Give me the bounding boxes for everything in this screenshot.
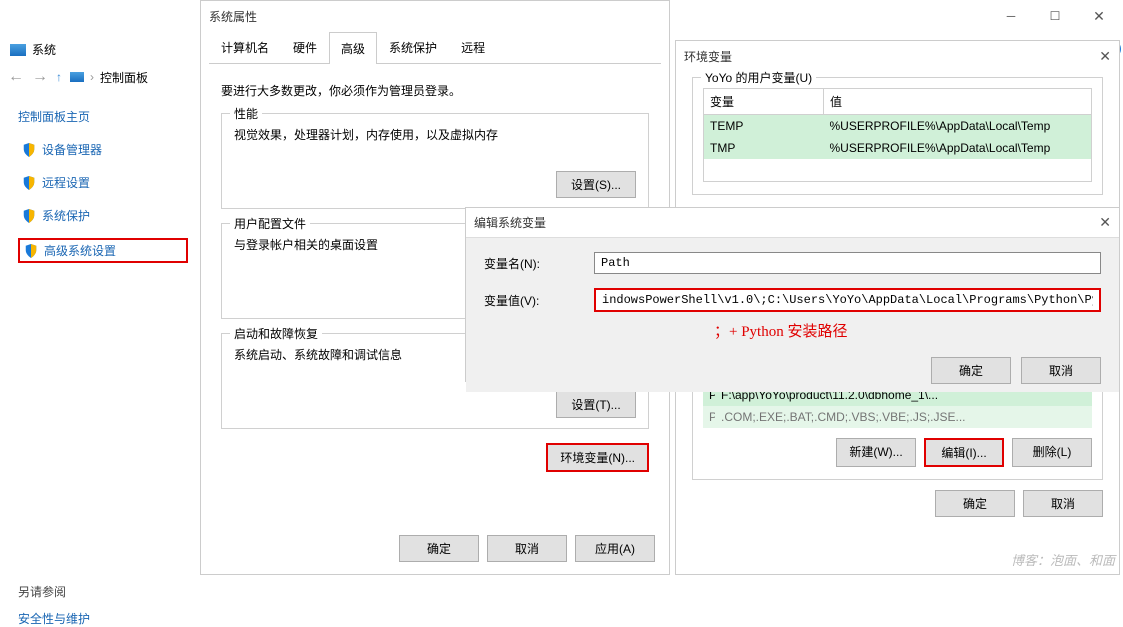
group-label: YoYo 的用户变量(U) [701, 69, 816, 86]
sidebar-item-device-manager[interactable]: 设备管理器 [18, 139, 188, 160]
tab-advanced[interactable]: 高级 [329, 32, 377, 64]
sidebar-item-advanced-settings[interactable]: 高级系统设置 [18, 238, 188, 263]
system-icon-small [70, 72, 84, 82]
tab-remote[interactable]: 远程 [449, 31, 497, 63]
window-title: 编辑系统变量 [474, 214, 546, 231]
sidebar-item-label: 高级系统设置 [44, 242, 116, 259]
cancel-button[interactable]: 取消 [1023, 490, 1103, 517]
watermark: 博客：泡面、和面 [1011, 550, 1115, 569]
variable-value-label: 变量值(V): [484, 292, 594, 309]
col-variable[interactable]: 变量 [704, 89, 824, 115]
tab-hardware[interactable]: 硬件 [281, 31, 329, 63]
back-arrow-icon[interactable]: ← [8, 68, 24, 86]
table-row[interactable]: TMP%USERPROFILE%\AppData\Local\Temp [704, 137, 1092, 159]
table-row-empty [704, 159, 1092, 182]
edit-system-variable-dialog: 编辑系统变量 ✕ 变量名(N): 变量值(V): ；+ Python 安装路径 … [465, 207, 1120, 382]
group-label: 启动和故障恢复 [230, 325, 322, 342]
see-also-link[interactable]: 安全性与维护 [18, 610, 188, 627]
up-arrow-icon[interactable]: ↑ [56, 70, 62, 84]
ok-button[interactable]: 确定 [935, 490, 1015, 517]
close-icon[interactable]: ✕ [1099, 48, 1111, 65]
cancel-button[interactable]: 取消 [487, 535, 567, 562]
sidebar-item-system-protection[interactable]: 系统保护 [18, 205, 188, 226]
system-icon [10, 44, 26, 56]
col-value[interactable]: 值 [824, 89, 1092, 115]
tab-system-protection[interactable]: 系统保护 [377, 31, 449, 63]
variable-name-row: 变量名(N): [484, 252, 1101, 274]
explorer-nav: ← → ↑ › 控制面板 [0, 64, 200, 90]
sidebar-item-label: 设备管理器 [42, 141, 102, 158]
window-title: 环境变量 [684, 48, 732, 65]
shield-icon [22, 176, 36, 190]
user-variables-table[interactable]: 变量值 TEMP%USERPROFILE%\AppData\Local\Temp… [703, 88, 1092, 182]
group-label: 性能 [230, 105, 262, 122]
user-variables-group: YoYo 的用户变量(U) 变量值 TEMP%USERPROFILE%\AppD… [692, 77, 1103, 195]
sidebar-item-remote-settings[interactable]: 远程设置 [18, 172, 188, 193]
performance-group: 性能 视觉效果，处理器计划，内存使用，以及虚拟内存 设置(S)... [221, 113, 649, 209]
see-also-heading: 另请参阅 [18, 583, 188, 600]
minimize-button[interactable]: ─ [989, 2, 1033, 30]
control-panel-window: 系统 ← → ↑ › 控制面板 控制面板主页 设备管理器 远程设置 系统保护 高… [0, 35, 200, 610]
titlebar: 系统属性 [201, 1, 669, 31]
sidebar-heading: 控制面板主页 [18, 108, 188, 125]
window-title: 系统 [0, 35, 200, 64]
admin-note: 要进行大多数更改，你必须作为管理员登录。 [221, 82, 649, 99]
tab-computer-name[interactable]: 计算机名 [209, 31, 281, 63]
ok-button[interactable]: 确定 [931, 357, 1011, 384]
startup-settings-button[interactable]: 设置(T)... [556, 391, 636, 418]
sidebar-item-label: 系统保护 [42, 207, 90, 224]
titlebar: 环境变量 ✕ [676, 41, 1119, 71]
close-button[interactable]: ✕ [1077, 2, 1121, 30]
sidebar-item-label: 远程设置 [42, 174, 90, 191]
breadcrumb-text: 控制面板 [100, 69, 148, 86]
table-row[interactable]: PATHEXT.COM;.EXE;.BAT;.CMD;.VBS;.VBE;.JS… [703, 406, 1092, 428]
maximize-button[interactable]: ☐ [1033, 2, 1077, 30]
edit-button[interactable]: 编辑(I)... [924, 438, 1004, 467]
window-title-text: 系统 [32, 41, 56, 58]
tabs: 计算机名 硬件 高级 系统保护 远程 [209, 31, 661, 64]
window-title: 系统属性 [209, 8, 257, 25]
ok-button[interactable]: 确定 [399, 535, 479, 562]
annotation-text: ；+ Python 安装路径 [714, 320, 1101, 341]
shield-icon [22, 143, 36, 157]
new-button[interactable]: 新建(W)... [836, 438, 916, 467]
address-bar[interactable]: › 控制面板 [70, 69, 148, 86]
table-row[interactable]: TEMP%USERPROFILE%\AppData\Local\Temp [704, 115, 1092, 138]
shield-icon [22, 209, 36, 223]
variable-name-label: 变量名(N): [484, 255, 594, 272]
variable-name-input[interactable] [594, 252, 1101, 274]
performance-settings-button[interactable]: 设置(S)... [556, 171, 636, 198]
performance-description: 视觉效果，处理器计划，内存使用，以及虚拟内存 [234, 126, 636, 143]
shield-icon [24, 244, 38, 258]
delete-button[interactable]: 删除(L) [1012, 438, 1092, 467]
variable-value-input[interactable] [594, 288, 1101, 312]
titlebar: 编辑系统变量 ✕ [466, 208, 1119, 238]
variable-value-row: 变量值(V): [484, 288, 1101, 312]
group-label: 用户配置文件 [230, 215, 310, 232]
cancel-button[interactable]: 取消 [1021, 357, 1101, 384]
close-icon[interactable]: ✕ [1099, 214, 1111, 231]
apply-button[interactable]: 应用(A) [575, 535, 655, 562]
environment-variables-button[interactable]: 环境变量(N)... [546, 443, 649, 472]
forward-arrow-icon[interactable]: → [32, 68, 48, 86]
